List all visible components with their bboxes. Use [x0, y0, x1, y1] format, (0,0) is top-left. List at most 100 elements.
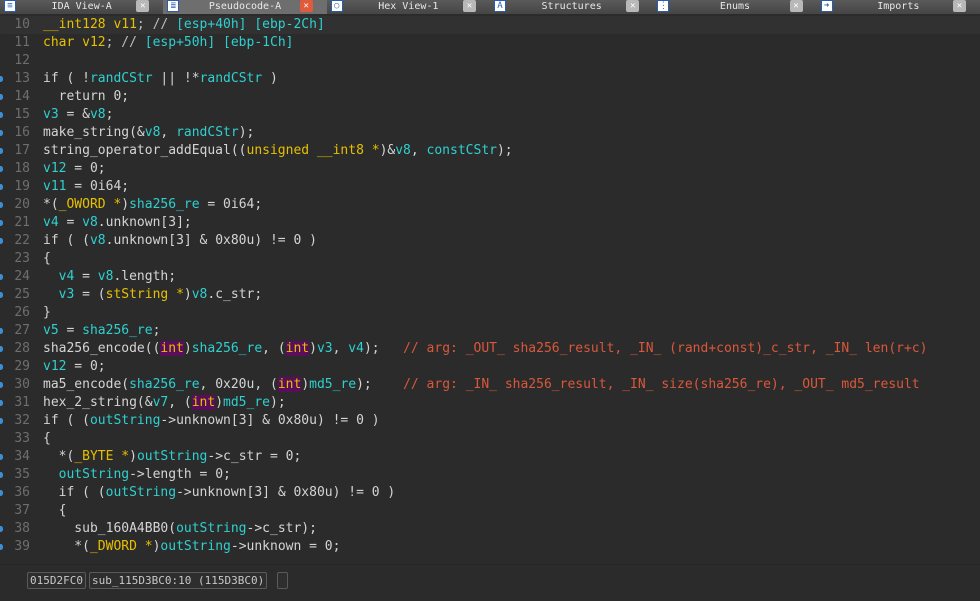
code-text[interactable]: outString->length = 0; — [43, 466, 231, 484]
code-text[interactable]: v4 = v8.length; — [43, 268, 176, 286]
code-token: = 0; — [66, 359, 106, 374]
tab-ida-view-a[interactable]: ≡ IDA View-A ✕ — [0, 0, 163, 14]
code-text[interactable]: make_string(&v8, randCStr); — [43, 124, 254, 142]
breakpoint-marker-icon[interactable] — [0, 238, 3, 244]
code-line[interactable]: 12 — [0, 52, 980, 70]
tab-structures[interactable]: A Structures ✕ — [490, 0, 653, 14]
code-text[interactable]: v12 = 0; — [43, 358, 106, 376]
tab-enums[interactable]: ⋮ Enums ✕ — [653, 0, 816, 14]
tab-pseudocode-a[interactable]: ≣ Pseudocode-A ✕ — [163, 0, 327, 14]
breakpoint-marker-icon[interactable] — [0, 400, 3, 406]
close-tab-icon[interactable]: ✕ — [952, 0, 966, 12]
breakpoint-marker-icon[interactable] — [0, 526, 3, 532]
code-token: string_operator_addEqual(( — [43, 143, 247, 158]
breakpoint-marker-icon[interactable] — [0, 94, 3, 100]
breakpoint-marker-icon[interactable] — [0, 220, 3, 226]
breakpoint-marker-icon[interactable] — [0, 148, 3, 154]
breakpoint-marker-icon[interactable] — [0, 202, 3, 208]
code-token: outString — [160, 539, 231, 554]
code-text[interactable]: __int128 v11; // [esp+40h] [ebp-2Ch] — [43, 16, 325, 34]
code-line[interactable]: 36 if ( (outString->unknown[3] & 0x80u) … — [0, 484, 980, 502]
breakpoint-marker-icon[interactable] — [0, 490, 3, 496]
code-line[interactable]: 18 v12 = 0; — [0, 160, 980, 178]
code-text[interactable]: sub_160A4BB0(outString->c_str); — [43, 520, 317, 538]
code-line[interactable]: 27 v5 = sha256_re; — [0, 322, 980, 340]
code-text[interactable]: return 0; — [43, 88, 129, 106]
breakpoint-marker-icon[interactable] — [0, 166, 3, 172]
code-token: int — [285, 341, 310, 356]
code-line[interactable]: 22 if ( (v8.unknown[3] & 0x80u) != 0 ) — [0, 232, 980, 250]
code-text[interactable]: if ( !randCStr || !*randCStr ) — [43, 70, 278, 88]
code-line[interactable]: 25 v3 = (stString *)v8.c_str; — [0, 286, 980, 304]
code-line[interactable]: 13 if ( !randCStr || !*randCStr ) — [0, 70, 980, 88]
code-line[interactable]: 31 hex_2_string(&v7, (int)md5_re); — [0, 394, 980, 412]
close-tab-icon[interactable]: ✕ — [789, 0, 803, 12]
code-text[interactable]: v12 = 0; — [43, 160, 106, 178]
close-tab-icon[interactable]: ✕ — [626, 0, 640, 12]
code-text[interactable]: v3 = (stString *)v8.c_str; — [43, 286, 263, 304]
code-text[interactable]: char v12; // [esp+50h] [ebp-1Ch] — [43, 34, 293, 52]
code-line[interactable]: 10 __int128 v11; // [esp+40h] [ebp-2Ch] — [0, 16, 980, 34]
tab-hex-view-1[interactable]: ○ Hex View-1 ✕ — [327, 0, 490, 14]
close-tab-icon[interactable]: ✕ — [462, 0, 476, 12]
code-line[interactable]: 26} — [0, 304, 980, 322]
code-line[interactable]: 28 sha256_encode((int)sha256_re, (int)v3,… — [0, 340, 980, 358]
code-line[interactable]: 33 { — [0, 430, 980, 448]
code-text[interactable]: } — [43, 304, 51, 322]
code-text[interactable]: { — [43, 502, 67, 520]
code-text[interactable]: *(_OWORD *)sha256_re = 0i64; — [43, 196, 262, 214]
code-text[interactable]: { — [43, 250, 51, 268]
breakpoint-marker-icon[interactable] — [0, 274, 3, 280]
code-line[interactable]: 35 outString->length = 0; — [0, 466, 980, 484]
code-text[interactable]: hex_2_string(&v7, (int)md5_re); — [43, 394, 286, 412]
code-line[interactable]: 29 v12 = 0; — [0, 358, 980, 376]
code-line[interactable]: 24 v4 = v8.length; — [0, 268, 980, 286]
code-text[interactable]: if ( (outString->unknown[3] & 0x80u) != … — [43, 412, 380, 430]
code-text[interactable]: if ( (outString->unknown[3] & 0x80u) != … — [43, 484, 396, 502]
breakpoint-marker-icon[interactable] — [0, 472, 3, 478]
code-line[interactable]: 34 *(_BYTE *)outString->c_str = 0; — [0, 448, 980, 466]
code-text[interactable]: v11 = 0i64; — [43, 178, 129, 196]
code-text[interactable]: { — [43, 430, 51, 448]
code-text[interactable]: v4 = v8.unknown[3]; — [43, 214, 192, 232]
code-line[interactable]: 32 if ( (outString->unknown[3] & 0x80u) !… — [0, 412, 980, 430]
close-tab-icon[interactable]: ✕ — [299, 0, 313, 12]
code-text[interactable]: sha256_encode((int)sha256_re, (int)v3, v… — [43, 340, 927, 358]
code-line[interactable]: 37 { — [0, 502, 980, 520]
code-line[interactable]: 30 ma5_encode(sha256_re, 0x20u, (int)md5_… — [0, 376, 980, 394]
breakpoint-marker-icon[interactable] — [0, 346, 3, 352]
breakpoint-marker-icon[interactable] — [0, 544, 3, 550]
code-line[interactable]: 23 { — [0, 250, 980, 268]
breakpoint-marker-icon[interactable] — [0, 130, 3, 136]
code-text[interactable]: string_operator_addEqual((unsigned __int… — [43, 142, 513, 160]
code-text[interactable]: v5 = sha256_re; — [43, 322, 160, 340]
code-line[interactable]: 17 string_operator_addEqual((unsigned __i… — [0, 142, 980, 160]
breakpoint-marker-icon[interactable] — [0, 292, 3, 298]
code-line[interactable]: 16 make_string(&v8, randCStr); — [0, 124, 980, 142]
code-line[interactable]: 21 v4 = v8.unknown[3]; — [0, 214, 980, 232]
code-text[interactable]: v3 = &v8; — [43, 106, 113, 124]
code-line[interactable]: 39 *(_DWORD *)outString->unknown = 0; — [0, 538, 980, 556]
code-line[interactable]: 15 v3 = &v8; — [0, 106, 980, 124]
breakpoint-marker-icon[interactable] — [0, 454, 3, 460]
code-line[interactable]: 20 *(_OWORD *)sha256_re = 0i64; — [0, 196, 980, 214]
breakpoint-marker-icon[interactable] — [0, 328, 3, 334]
line-number: 12 — [14, 53, 30, 68]
code-text[interactable]: if ( (v8.unknown[3] & 0x80u) != 0 ) — [43, 232, 317, 250]
code-line[interactable]: 14 return 0; — [0, 88, 980, 106]
code-line[interactable]: 11 char v12; // [esp+50h] [ebp-1Ch] — [0, 34, 980, 52]
code-text[interactable]: *(_DWORD *)outString->unknown = 0; — [43, 538, 340, 556]
code-text[interactable]: *(_BYTE *)outString->c_str = 0; — [43, 448, 302, 466]
breakpoint-marker-icon[interactable] — [0, 382, 3, 388]
code-text[interactable]: ma5_encode(sha256_re, 0x20u, (int)md5_re… — [43, 376, 920, 394]
breakpoint-marker-icon[interactable] — [0, 364, 3, 370]
close-tab-icon[interactable]: ✕ — [136, 0, 150, 12]
code-line[interactable]: 19 v11 = 0i64; — [0, 178, 980, 196]
breakpoint-marker-icon[interactable] — [0, 76, 3, 82]
breakpoint-marker-icon[interactable] — [0, 112, 3, 118]
breakpoint-marker-icon[interactable] — [0, 418, 3, 424]
pseudocode-editor[interactable]: 10 __int128 v11; // [esp+40h] [ebp-2Ch] 11… — [0, 16, 980, 564]
code-line[interactable]: 38 sub_160A4BB0(outString->c_str); — [0, 520, 980, 538]
breakpoint-marker-icon[interactable] — [0, 184, 3, 190]
tab-imports[interactable]: ➜ Imports ✕ — [817, 0, 980, 14]
